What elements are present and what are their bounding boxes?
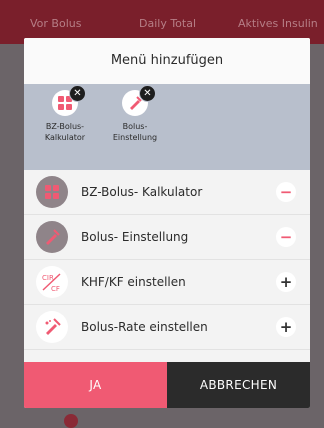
- calculator-icon: [36, 176, 68, 208]
- add-menu-dialog: Menü hinzufügen ✕ BZ-Bolus- Kalkulator ✕…: [24, 38, 310, 408]
- selected-item-bolus-settings[interactable]: ✕ Bolus- Einstellung: [100, 85, 170, 143]
- selected-item-label: Bolus- Einstellung: [112, 122, 158, 142]
- background-tab-active-insulin: Aktives Insulin: [238, 17, 318, 30]
- menu-item-bolus-settings[interactable]: Bolus- Einstellung −: [24, 215, 310, 260]
- bolus-settings-icon: ✕: [122, 85, 156, 116]
- menu-item-label: Bolus- Einstellung: [81, 230, 189, 244]
- background-accent: [64, 414, 78, 428]
- menu-item-label: Bolus-Rate einstellen: [81, 320, 208, 334]
- background-tab-daily-total: Daily Total: [139, 17, 197, 30]
- cf-icon-text: CF: [51, 285, 60, 293]
- menu-item-label: BZ-Bolus- Kalkulator: [81, 185, 203, 199]
- cancel-button[interactable]: ABBRECHEN: [167, 362, 310, 408]
- menu-item-bolus-rate[interactable]: Bolus-Rate einstellen +: [24, 305, 310, 350]
- bolus-settings-icon: [36, 221, 68, 253]
- remove-circle-icon[interactable]: −: [276, 182, 296, 202]
- remove-selected-bolus-icon[interactable]: ✕: [139, 85, 156, 102]
- cir-cf-icon: CIR CF: [36, 266, 68, 298]
- menu-item-label: KHF/KF einstellen: [81, 275, 186, 289]
- menu-item-bz-bolus-calculator[interactable]: BZ-Bolus- Kalkulator −: [24, 170, 310, 215]
- bolus-rate-icon: [36, 311, 68, 343]
- calculator-icon: ✕: [52, 85, 86, 116]
- dialog-button-bar: JA ABBRECHEN: [24, 362, 310, 408]
- remove-circle-icon[interactable]: −: [276, 227, 296, 247]
- selected-menu-area: ✕ BZ-Bolus- Kalkulator ✕ Bolus- Einstell…: [24, 84, 310, 170]
- selected-item-label: BZ-Bolus- Kalkulator: [44, 122, 86, 142]
- menu-list: BZ-Bolus- Kalkulator − Bolus- Einstellun…: [24, 170, 310, 350]
- add-circle-icon[interactable]: +: [276, 317, 296, 337]
- background-tab-pre-bolus: Vor Bolus: [30, 17, 82, 30]
- remove-selected-calculator-icon[interactable]: ✕: [69, 85, 86, 102]
- selected-item-calculator[interactable]: ✕ BZ-Bolus- Kalkulator: [30, 85, 100, 143]
- add-circle-icon[interactable]: +: [276, 272, 296, 292]
- menu-item-khf-kf[interactable]: CIR CF KHF/KF einstellen +: [24, 260, 310, 305]
- confirm-button[interactable]: JA: [24, 362, 167, 408]
- dialog-title: Menü hinzufügen: [24, 38, 310, 84]
